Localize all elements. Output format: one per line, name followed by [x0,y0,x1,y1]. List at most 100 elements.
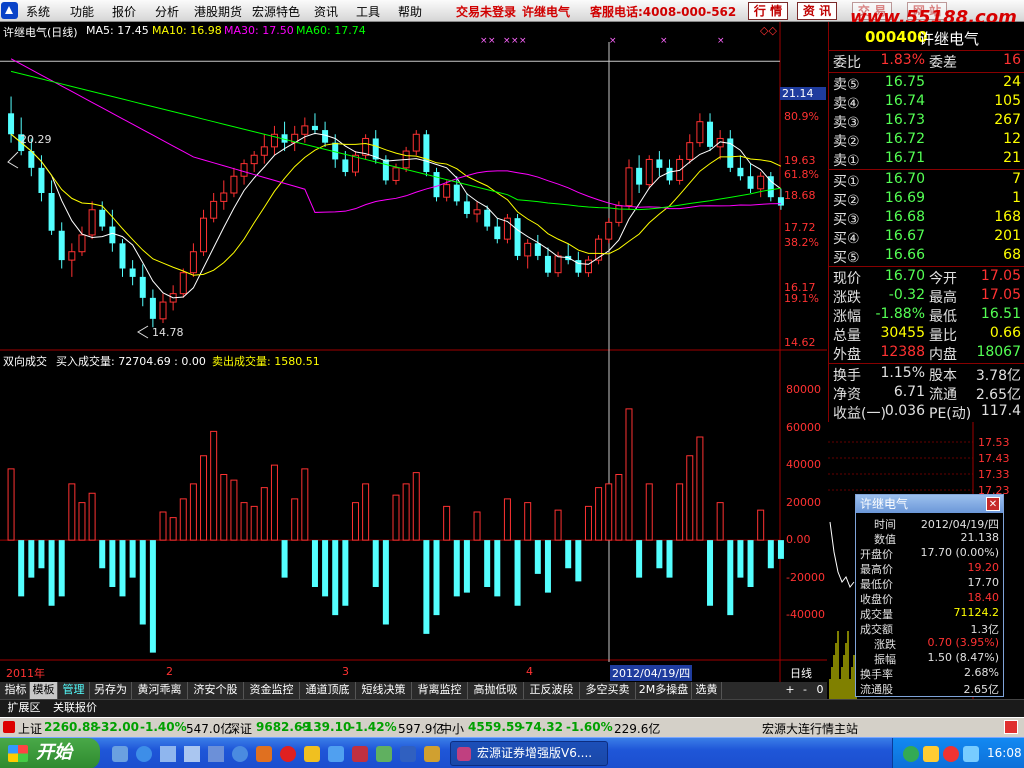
tab-related-quote[interactable]: 关联报价 [48,700,102,717]
quicklaunch-icon-12[interactable] [376,746,392,762]
bid-row-1[interactable]: 买① 16.70 7 [829,171,1024,190]
ie-icon[interactable] [136,746,152,762]
volume-buy-bar-54 [554,509,562,541]
menu-analysis[interactable]: 分析 [155,3,179,20]
bid-row-2-volume: 1 [1012,190,1021,206]
menu-hk-futures[interactable]: 港股期货 [194,3,242,20]
ask-row-2[interactable]: 卖② 16.72 12 [829,131,1024,150]
kline-chart-area[interactable]: ◇◇ × × × × × × × × 许继电气(日线) MA5: 17.45 MA10: 16.… [0,22,827,682]
quicklaunch-icon-8[interactable] [280,746,296,762]
indicator-tab-0[interactable]: 指标 [2,682,30,699]
volume-sell-bar-12 [129,540,136,578]
indicator-tab-9[interactable]: 背离监控 [412,682,468,699]
ma10-label: MA10: 16.98 [152,24,222,37]
start-button[interactable]: 开始 [0,738,100,768]
popup-title[interactable]: 许继电气 [856,495,1003,513]
candle-body-45 [463,201,470,214]
price-axis-label-3: 18.68 [784,189,816,202]
volume-buy-bar-18 [189,483,197,541]
indicator-tab-3[interactable]: 另存为 [90,682,132,699]
zoom-out-button[interactable]: - [799,682,811,699]
menu-system[interactable]: 系统 [26,3,50,20]
menu-news[interactable]: 资讯 [314,3,338,20]
ask-row-1[interactable]: 卖① 16.71 21 [829,150,1024,169]
quicklaunch-icon-14[interactable] [424,746,440,762]
quicklaunch-icon-13[interactable] [400,746,416,762]
candle-body-19 [200,217,208,253]
volume-sell-bar-53 [544,540,551,593]
tab-extension[interactable]: 扩展区 [4,700,44,717]
indicator-tab-5[interactable]: 济安个股 [188,682,244,699]
indicator-tab-2[interactable]: 管理 [58,682,90,699]
stat-value: 16.51 [980,306,1021,322]
menu-tools[interactable]: 工具 [356,3,380,20]
menu-quote[interactable]: 报价 [112,3,136,20]
quicklaunch-icon-10[interactable] [328,746,344,762]
tab-quote[interactable]: 行 情 [748,2,788,20]
candle-body-9 [99,209,106,227]
indicator-tab-13[interactable]: 2M多操盘 [636,682,692,699]
indicator-tab-1[interactable]: 模板 [30,682,58,699]
tab-news[interactable]: 资 讯 [797,2,837,20]
volume-buy-bar-25 [260,487,268,541]
tray-icon-3[interactable] [943,746,959,762]
menu-function[interactable]: 功能 [70,3,94,20]
candle-body-8 [88,209,96,236]
candle-body-25 [260,146,268,156]
quicklaunch-icon-11[interactable] [352,746,368,762]
popup-row-value: 17.70 [967,576,1000,589]
ask-row-3[interactable]: 卖③ 16.73 267 [829,112,1024,131]
volume-buy-bar-28 [291,498,299,541]
indicator-tab-7[interactable]: 通道顶底 [300,682,356,699]
indicator-tab-14[interactable]: 选黄 [692,682,722,699]
x-label-year: 2011年 [6,667,45,680]
volume-buy-bar-43 [443,505,451,541]
indicator-tab-11[interactable]: 正反波段 [524,682,580,699]
data-window-popup[interactable]: 许继电气 ✕ 时间 2012/04/19/四 数值 21.138 开盘价 17.70 (0… [855,494,1004,697]
candle-body-51 [524,242,532,257]
taskbar-window-button[interactable]: 宏源证券增强版V6.... [450,741,608,766]
tray-network-icon[interactable] [903,746,919,762]
bid-row-4[interactable]: 买④ 16.67 201 [829,228,1024,247]
quicklaunch-icon-9[interactable] [304,746,320,762]
bid-row-3[interactable]: 买③ 16.68 168 [829,209,1024,228]
station-name[interactable]: 宏源大连行情主站 [762,720,858,737]
quicklaunch-icon-7[interactable] [256,746,272,762]
tray-icon-4[interactable] [963,746,979,762]
indicator-tab-6[interactable]: 资金监控 [244,682,300,699]
volume-sell-bar-36 [372,540,379,587]
zoom-reset-button[interactable]: 0 [814,682,826,699]
bid-row-5[interactable]: 买⑤ 16.66 68 [829,247,1024,266]
bid-row-2[interactable]: 买② 16.69 1 [829,190,1024,209]
quicklaunch-icon-1[interactable] [112,746,128,762]
quicklaunch-icon-5[interactable] [208,746,224,762]
connection-status-icon[interactable] [1004,720,1018,734]
indicator-tab-4[interactable]: 黄河乖离 [132,682,188,699]
ask-row-4[interactable]: 卖④ 16.74 105 [829,93,1024,112]
sz-index-amount: 597.9亿 [398,722,445,736]
clock[interactable]: 16:08 [987,746,1022,760]
kline-svg[interactable]: ◇◇× × × × × × × × [0,22,827,682]
candle-body-74 [757,175,765,190]
quicklaunch-icon-6[interactable] [232,746,248,762]
sh-index-amount: 547.0亿 [186,722,233,736]
ask-row-5[interactable]: 卖⑤ 16.75 24 [829,74,1024,93]
candle-body-72 [737,167,744,177]
quicklaunch-icon-3[interactable] [160,746,176,762]
menu-hongyuan[interactable]: 宏源特色 [252,3,300,20]
volume-buy-bar-16 [169,517,177,541]
indicator-tab-8[interactable]: 短线决策 [356,682,412,699]
indicator-tab-12[interactable]: 多空买卖 [580,682,636,699]
candle-body-48 [494,226,501,240]
indicator-tab-10[interactable]: 高抛低吸 [468,682,524,699]
menu-help[interactable]: 帮助 [398,3,422,20]
close-icon[interactable]: ✕ [986,497,1000,511]
period-label[interactable]: 日线 [790,665,812,681]
tray-icon-2[interactable] [923,746,939,762]
volume-sell-bar-47 [484,540,491,587]
stat-label: 涨幅 [833,309,861,325]
quicklaunch-icon-4[interactable] [184,746,200,762]
volume-buy-bar-19 [200,455,208,541]
zoom-in-button[interactable]: + [784,682,796,699]
candle-body-3 [38,167,45,193]
